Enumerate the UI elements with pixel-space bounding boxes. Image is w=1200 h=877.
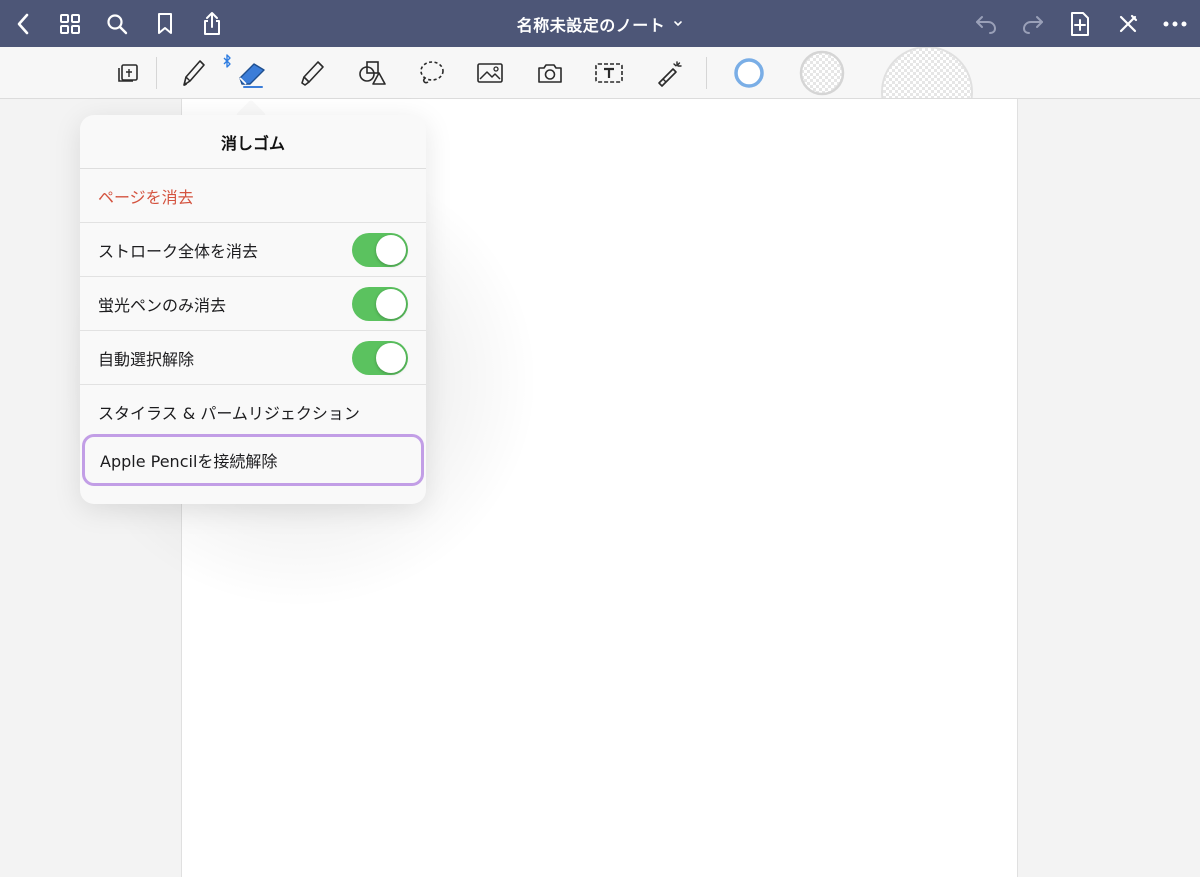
share-button[interactable] — [192, 0, 232, 47]
eraser-settings-popover: 消しゴム ページを消去 ストローク全体を消去 蛍光ペンのみ消去 自動選択解除 ス… — [80, 115, 426, 504]
bookmark-button[interactable] — [145, 0, 185, 47]
image-icon — [477, 63, 503, 83]
chevron-down-icon — [673, 20, 683, 28]
erase-highlighter-only-label: 蛍光ペンのみ消去 — [98, 296, 227, 315]
erase-highlighter-only-toggle[interactable] — [352, 287, 408, 321]
library-grid-button[interactable] — [50, 0, 90, 47]
text-box-icon — [595, 63, 623, 83]
lasso-icon — [420, 61, 444, 84]
stylus-palm-rejection-label: スタイラス & パームリジェクション — [98, 404, 360, 423]
more-icon — [1163, 21, 1187, 26]
size-medium-option[interactable] — [797, 48, 847, 98]
erase-entire-stroke-toggle[interactable] — [352, 233, 408, 267]
size-small-option[interactable] — [727, 53, 771, 93]
pen-tool[interactable] — [171, 53, 215, 93]
note-title: 名称未設定のノート — [516, 15, 666, 35]
highlighter-icon — [301, 61, 324, 86]
toggle-knob — [376, 235, 406, 265]
camera-tool[interactable] — [528, 53, 572, 93]
image-tool[interactable] — [468, 53, 512, 93]
note-title-menu[interactable]: 名称未設定のノート — [460, 0, 740, 47]
auto-deselect-label: 自動選択解除 — [98, 350, 195, 369]
popover-title: 消しゴム — [80, 115, 426, 169]
eraser-tool[interactable] — [230, 53, 274, 93]
search-button[interactable] — [97, 0, 137, 47]
close-icon — [1119, 14, 1138, 32]
redo-button[interactable] — [1013, 0, 1053, 47]
read-only-mode-tool[interactable] — [106, 53, 150, 93]
size-small-ring-icon — [734, 58, 764, 88]
size-medium-swatch-icon — [799, 50, 845, 96]
stylus-palm-rejection-button[interactable]: スタイラス & パームリジェクション — [80, 385, 426, 439]
add-page-icon — [1071, 11, 1089, 36]
toggle-knob — [376, 343, 406, 373]
shapes-tool[interactable] — [349, 53, 393, 93]
size-large-option[interactable] — [880, 47, 974, 98]
bluetooth-indicator — [223, 53, 232, 72]
search-icon — [107, 13, 128, 34]
top-nav-bar: 名称未設定のノート — [0, 0, 1200, 47]
redo-icon — [1022, 15, 1043, 34]
disconnect-apple-pencil-label: Apple Pencilを接続解除 — [100, 452, 278, 471]
bluetooth-icon — [223, 54, 231, 68]
share-icon — [204, 11, 220, 35]
shapes-icon — [359, 61, 386, 85]
laser-pointer-icon — [658, 61, 682, 87]
pen-icon — [183, 60, 205, 86]
highlighter-tool[interactable] — [290, 53, 334, 93]
eraser-icon — [239, 63, 265, 88]
lasso-tool[interactable] — [409, 53, 453, 93]
size-large-swatch-icon — [881, 47, 973, 98]
erase-highlighter-only-row: 蛍光ペンのみ消去 — [80, 277, 426, 331]
close-editing-button[interactable] — [1108, 0, 1148, 47]
auto-deselect-toggle[interactable] — [352, 341, 408, 375]
undo-button[interactable] — [966, 0, 1006, 47]
toolbar-divider — [706, 57, 707, 89]
camera-icon — [538, 64, 562, 83]
clear-page-label: ページを消去 — [98, 188, 194, 207]
toolbar-divider — [156, 57, 157, 89]
back-button[interactable] — [3, 0, 43, 47]
clear-page-button[interactable]: ページを消去 — [80, 169, 426, 223]
disconnect-apple-pencil-button[interactable]: Apple Pencilを接続解除 — [82, 434, 424, 486]
text-box-tool[interactable] — [587, 53, 631, 93]
add-page-button[interactable] — [1060, 0, 1100, 47]
auto-deselect-row: 自動選択解除 — [80, 331, 426, 385]
laser-pointer-tool[interactable] — [647, 53, 691, 93]
erase-entire-stroke-label: ストローク全体を消去 — [98, 242, 259, 261]
chevron-left-icon — [17, 13, 29, 34]
read-only-mode-icon — [118, 64, 138, 82]
erase-entire-stroke-row: ストローク全体を消去 — [80, 223, 426, 277]
toggle-knob — [376, 289, 406, 319]
bookmark-icon — [158, 12, 172, 34]
tool-bar — [0, 47, 1200, 99]
more-button[interactable] — [1155, 0, 1195, 47]
grid-icon — [60, 13, 80, 34]
undo-icon — [976, 15, 997, 34]
